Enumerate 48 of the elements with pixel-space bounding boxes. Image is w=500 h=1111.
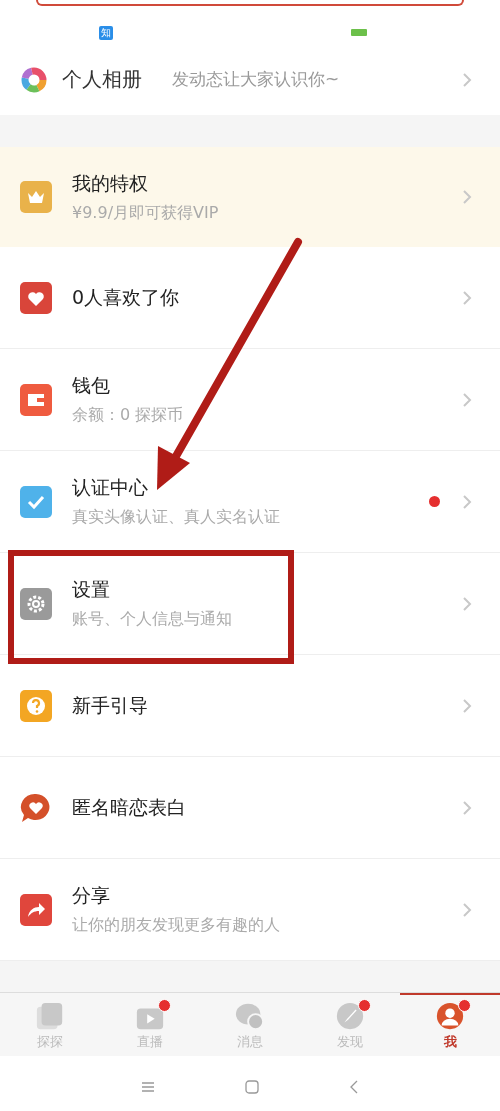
item-title: 分享 (72, 883, 111, 908)
battery-icon (351, 29, 367, 36)
chevron-icon (462, 799, 472, 816)
item-subtitle: 发动态让大家认识你~ (172, 68, 341, 91)
item-title: 个人相册 (62, 66, 143, 93)
avatar-icon (435, 1000, 465, 1031)
chevron-icon (462, 71, 472, 88)
chevron-icon (462, 391, 472, 408)
item-title: 匿名暗恋表白 (72, 794, 187, 820)
chevron-icon (462, 697, 472, 714)
privilege-row[interactable]: 我的特权 ¥9.9/月即可获得VIP (0, 147, 500, 247)
chevron-icon (462, 493, 472, 510)
question-icon (20, 689, 52, 722)
app-badge: 知 (99, 26, 113, 40)
chevron-icon (462, 189, 472, 205)
menu-icon[interactable] (141, 1081, 155, 1093)
item-title: 新手引导 (72, 692, 149, 718)
tab[interactable]: 我 (400, 993, 500, 1056)
item-subtitle: 真实头像认证、真人实名认证 (72, 507, 281, 528)
crown-icon (20, 181, 52, 213)
checkmark-icon (20, 485, 52, 518)
item-title: 钱包 (72, 373, 111, 398)
cards-icon (35, 1000, 65, 1031)
back-icon[interactable] (349, 1080, 359, 1094)
item-title: 设置 (72, 577, 111, 602)
chevron-icon (462, 595, 472, 612)
item-subtitle: ¥9.9/月即可获得VIP (72, 202, 220, 224)
compass-icon (335, 1000, 365, 1031)
menu-item[interactable]: 钱包 余额：0 探探币 (0, 349, 500, 451)
item-subtitle: 余额：0 探探币 (72, 405, 185, 426)
menu-item[interactable]: 设置 账号、个人信息与通知 (0, 553, 500, 655)
item-subtitle: 让你的朋友发现更多有趣的人 (72, 915, 281, 936)
chevron-icon (462, 901, 472, 918)
home-icon[interactable] (245, 1080, 259, 1094)
menu-item[interactable]: 新手引导 (0, 655, 500, 757)
color-ring-icon (21, 66, 47, 93)
chevron-icon (462, 289, 472, 306)
album-row[interactable]: 个人相册 发动态让大家认识你~ (0, 44, 500, 115)
heart-bubble-icon (20, 791, 52, 824)
menu-item[interactable]: 匿名暗恋表白 (0, 757, 500, 859)
item-title: 0人喜欢了你 (72, 284, 181, 310)
menu-item[interactable]: 0人喜欢了你 (0, 247, 500, 349)
gear-icon (20, 587, 52, 620)
wallet-icon (20, 383, 52, 416)
item-title: 认证中心 (72, 475, 149, 500)
item-title: 我的特权 (72, 170, 149, 196)
item-subtitle: 账号、个人信息与通知 (72, 609, 233, 630)
share-icon (20, 893, 52, 926)
